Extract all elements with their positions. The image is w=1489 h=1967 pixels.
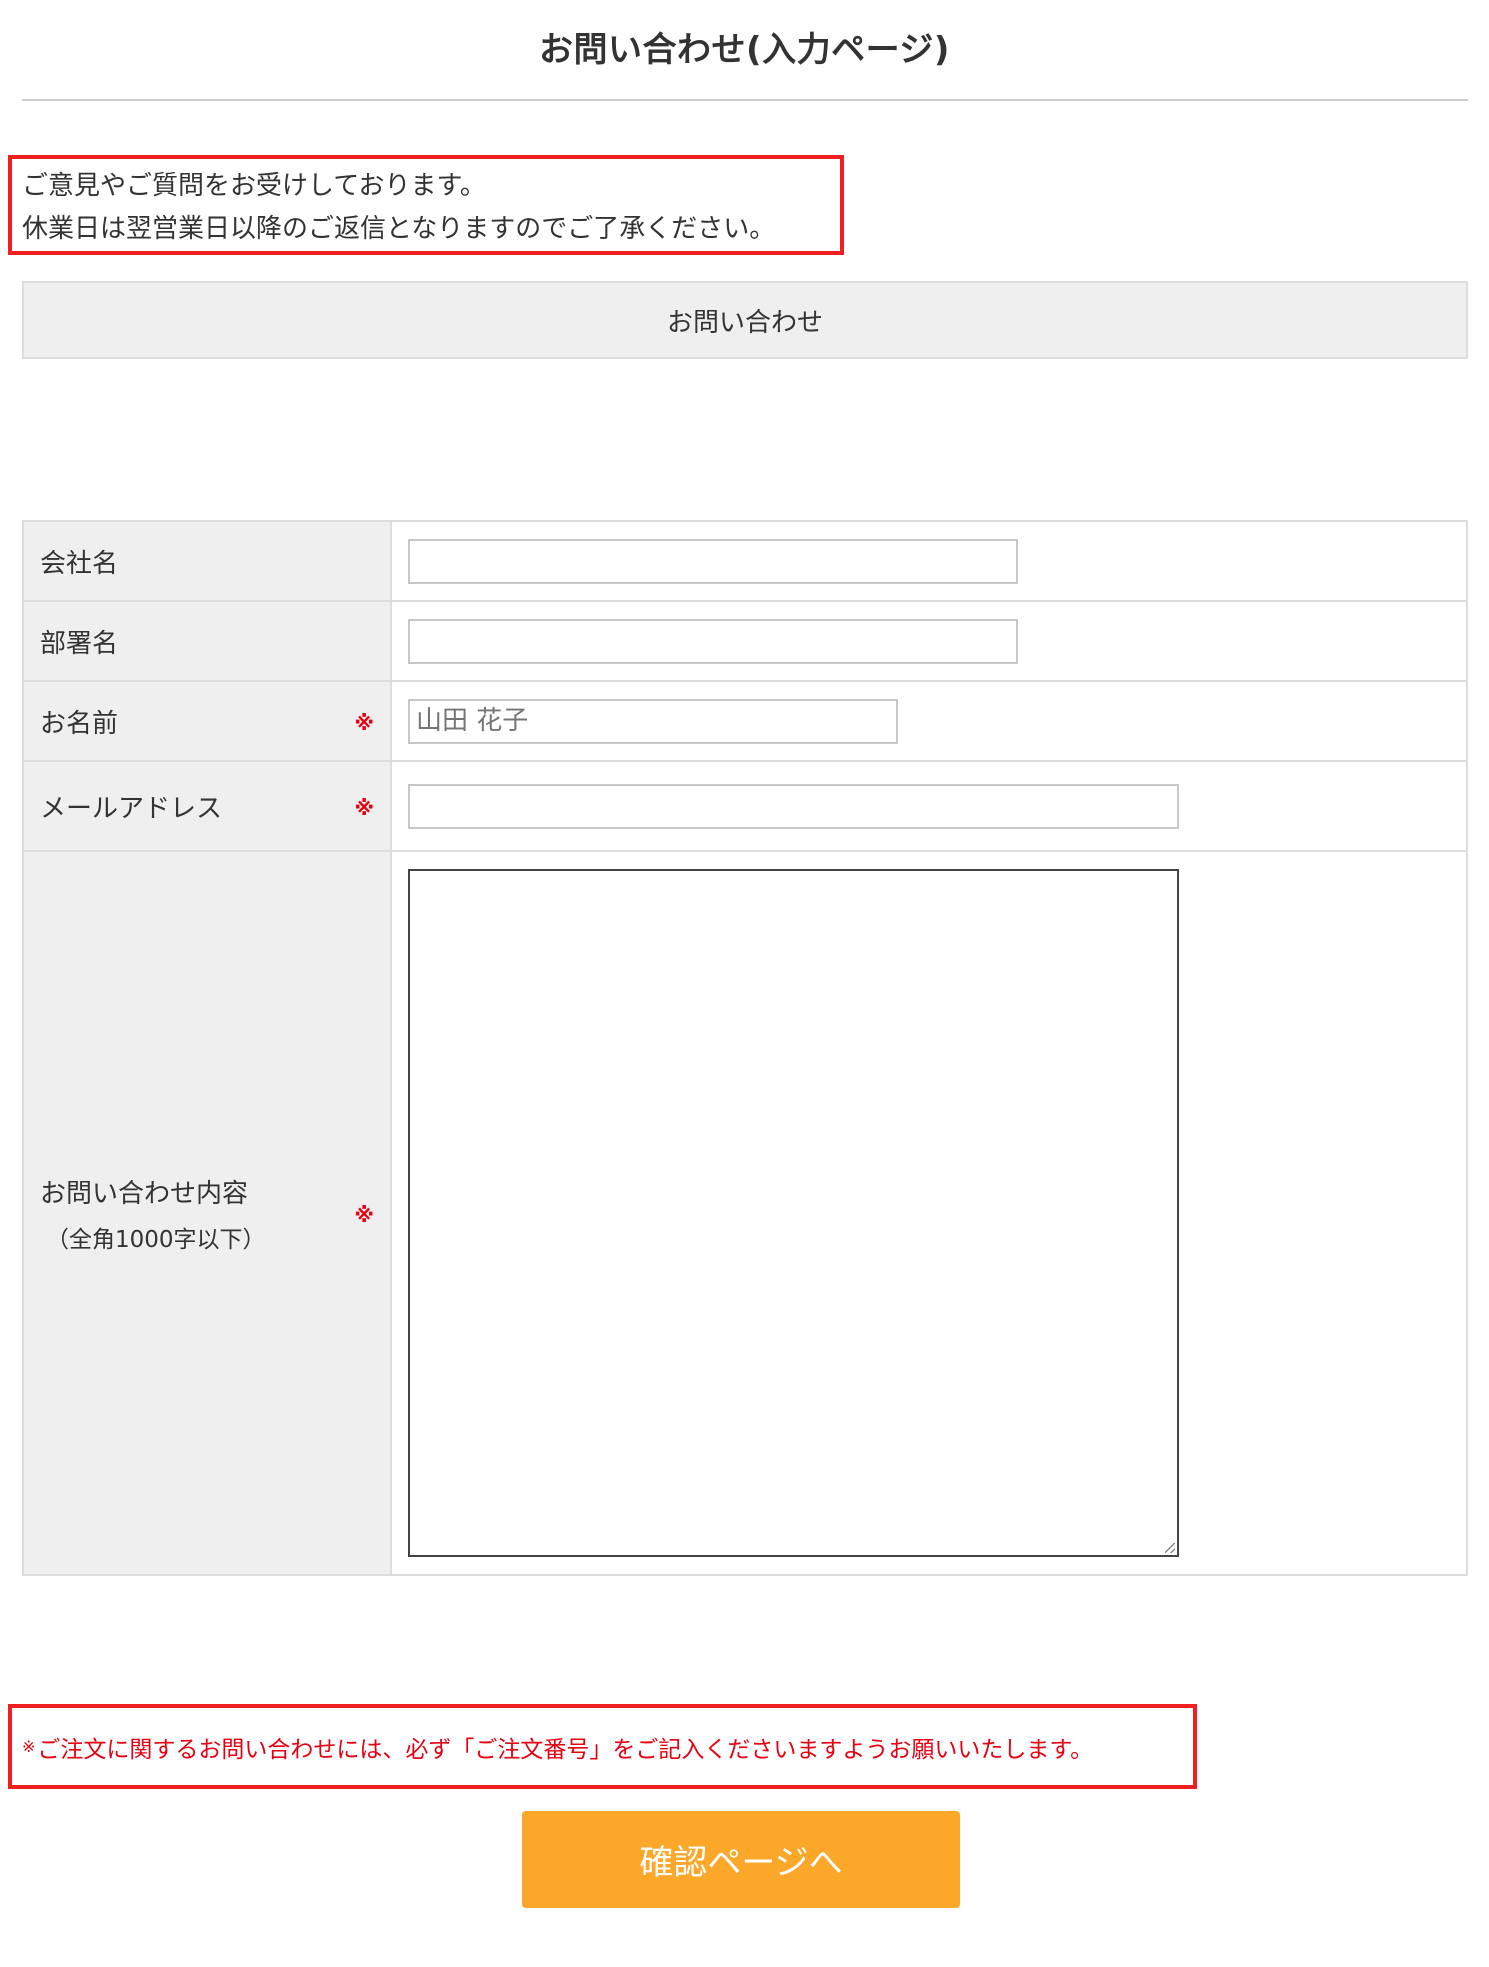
name-input-cell [390,680,1468,762]
required-mark: ※ [354,1202,374,1227]
message-sublabel: （全角1000字以下） [46,1226,266,1253]
department-input[interactable] [408,618,1018,664]
notice-text: ご注文に関するお問い合わせには、必ず「ご注文番号」をご記入くださいますようお願い… [37,1736,1094,1763]
confirm-page-button[interactable]: 確認ページへ [522,1811,960,1908]
department-input-cell [390,600,1468,682]
company-label-cell: 会社名 [22,520,392,602]
intro-highlight-box: ご意見やご質問をお受けしております。 休業日は翌営業日以降のご返信となりますので… [8,155,844,255]
contact-form-table: 会社名 部署名 お名前 ※ メールアドレス [22,520,1468,1576]
email-input-cell [390,760,1468,852]
message-label-cell: お問い合わせ内容 （全角1000字以下） ※ [22,850,392,1576]
intro-line-1: ご意見やご質問をお受けしております。 [22,171,486,201]
name-label: お名前 [40,708,119,739]
title-divider [22,99,1468,101]
required-mark: ※ [354,795,374,820]
message-label: お問い合わせ内容 [40,1178,249,1209]
contact-page: お問い合わせ(入力ページ) ご意見やご質問をお受けしております。 休業日は翌営業… [0,0,1489,1967]
email-label: メールアドレス [40,793,223,824]
department-label-cell: 部署名 [22,600,392,682]
message-textarea[interactable] [408,869,1179,1557]
email-input[interactable] [408,783,1179,829]
company-label: 会社名 [40,548,119,579]
order-number-notice: ※ ご注文に関するお問い合わせには、必ず「ご注文番号」をご記入くださいますようお… [8,1704,1197,1789]
company-input-cell [390,520,1468,602]
form-row-message: お問い合わせ内容 （全角1000字以下） ※ [22,850,1468,1576]
company-input[interactable] [408,538,1018,584]
resize-grip-icon[interactable] [1165,1543,1175,1553]
department-label: 部署名 [40,628,119,659]
name-input[interactable] [408,698,898,744]
page-title: お問い合わせ(入力ページ) [539,30,950,70]
form-row-department: 部署名 [22,600,1468,682]
name-label-cell: お名前 ※ [22,680,392,762]
email-label-cell: メールアドレス ※ [22,760,392,852]
form-row-company: 会社名 [22,520,1468,602]
form-row-email: メールアドレス ※ [22,760,1468,852]
form-row-name: お名前 ※ [22,680,1468,762]
message-input-cell [390,850,1468,1576]
intro-line-2: 休業日は翌営業日以降のご返信となりますのでご了承ください。 [22,214,776,244]
notice-mark: ※ [22,1737,36,1756]
section-heading: お問い合わせ [22,281,1468,359]
required-mark: ※ [354,710,374,735]
